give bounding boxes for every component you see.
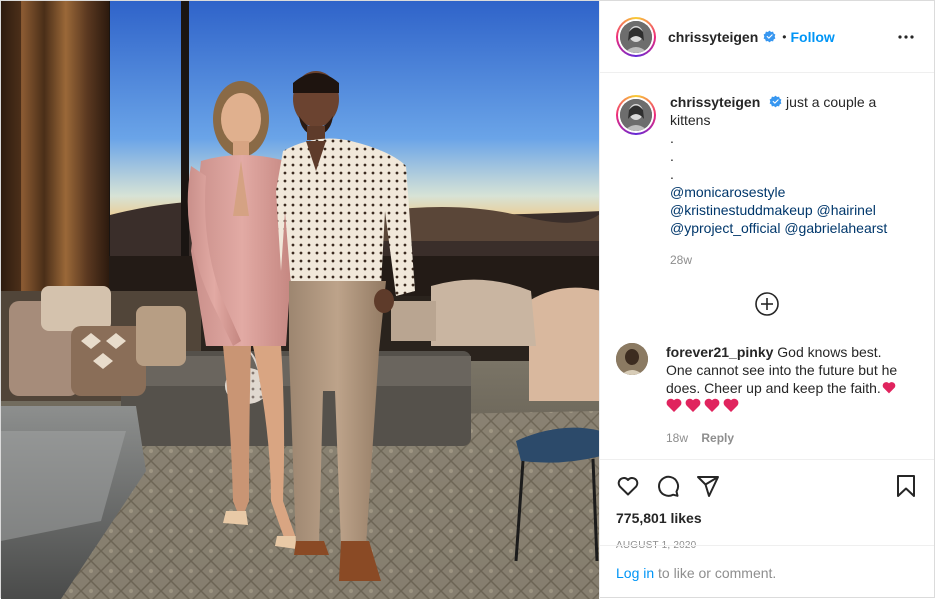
mention-link[interactable]: @kristinestuddmakeup [670, 202, 813, 218]
author-avatar[interactable] [616, 16, 656, 57]
action-icons [616, 460, 918, 508]
more-options-button[interactable] [894, 25, 918, 49]
post-actions: 775,801 likes AUGUST 1, 2020 Log in to l… [600, 459, 934, 599]
login-prompt: Log in to like or comment. [600, 545, 934, 599]
caption-timestamp[interactable]: 28w [670, 251, 918, 269]
heart-icon[interactable] [616, 474, 640, 498]
caption-dot: . [670, 148, 674, 164]
mention-line: @yproject_official @gabrielahearst [670, 219, 918, 237]
login-prompt-text: to like or comment. [654, 564, 777, 581]
mention-link[interactable]: @gabrielahearst [784, 220, 887, 236]
login-link[interactable]: Log in [616, 565, 654, 581]
heart-emojis [666, 397, 911, 415]
mention-line: @kristinestuddmakeup @hairinel [670, 201, 918, 219]
likes-count[interactable]: 775,801 likes [616, 510, 918, 526]
commenter-avatar[interactable] [616, 343, 648, 375]
mention-link[interactable]: @yproject_official [670, 220, 780, 236]
comment-body: forever21_pinky God knows best. One cann… [666, 343, 911, 447]
post-caption: chrissyteigen just a couple a kittens . … [616, 73, 918, 269]
mention-link[interactable]: @hairinel [817, 202, 876, 218]
caption-dot: . [670, 166, 674, 182]
caption-body: chrissyteigen just a couple a kittens . … [670, 93, 918, 269]
photo-image [1, 1, 599, 599]
header-separator: • [782, 29, 787, 44]
more-options-icon [898, 34, 914, 39]
profile-photo-icon [620, 99, 652, 131]
follow-button[interactable]: Follow [790, 29, 834, 45]
comments-section: chrissyteigen just a couple a kittens . … [600, 73, 934, 459]
caption-author-username[interactable]: chrissyteigen [670, 94, 760, 110]
paper-plane-icon[interactable] [696, 474, 720, 498]
post-photo[interactable] [1, 1, 599, 599]
caption-dot: . [670, 130, 674, 146]
comment-icon[interactable] [656, 474, 680, 498]
instagram-post: chrissyteigen • Follow chrissyteigen jus… [0, 0, 935, 599]
bookmark-icon[interactable] [894, 474, 918, 498]
verified-badge-icon [769, 95, 782, 108]
post-header: chrissyteigen • Follow [600, 1, 934, 73]
comment-meta: 18w Reply [666, 429, 911, 447]
post-sidebar: chrissyteigen • Follow chrissyteigen jus… [599, 1, 934, 599]
comment-item: forever21_pinky God knows best. One cann… [616, 343, 918, 447]
red-heart-icon [882, 382, 896, 394]
plus-circle-icon [755, 292, 779, 316]
mention-link[interactable]: @monicarosestyle [670, 183, 918, 201]
author-username[interactable]: chrissyteigen [668, 29, 758, 45]
reply-button[interactable]: Reply [701, 431, 734, 445]
verified-badge-icon [763, 30, 776, 43]
profile-photo-icon [616, 343, 648, 375]
profile-photo-icon [620, 20, 652, 53]
caption-author-avatar[interactable] [616, 95, 656, 135]
red-heart-icon [666, 398, 739, 412]
commenter-username[interactable]: forever21_pinky [666, 344, 773, 360]
comment-timestamp[interactable]: 18w [666, 431, 688, 445]
load-more-comments-button[interactable] [616, 291, 918, 317]
